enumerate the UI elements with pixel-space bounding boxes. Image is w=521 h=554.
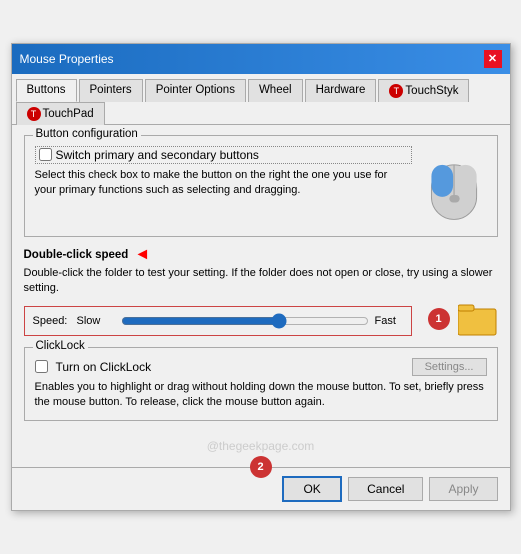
slider-row: Speed: Slow Fast — [33, 313, 403, 329]
slow-label: Slow — [77, 315, 115, 327]
close-button[interactable]: ✕ — [484, 50, 502, 68]
switch-buttons-label: Switch primary and secondary buttons — [56, 148, 259, 162]
cancel-button[interactable]: Cancel — [348, 477, 423, 501]
clicklock-description: Enables you to highlight or drag without… — [35, 380, 487, 411]
button-config-description: Select this check box to make the button… — [35, 168, 412, 199]
tab-touchstyk[interactable]: TTouchStyk — [378, 79, 469, 102]
badge-2: 2 — [250, 456, 272, 478]
folder-icon[interactable] — [458, 301, 498, 337]
tab-content: Button configuration Switch primary and … — [12, 125, 510, 468]
clicklock-left: Turn on ClickLock — [35, 360, 152, 374]
button-config-content: Switch primary and secondary buttons Sel… — [35, 146, 487, 226]
fast-label: Fast — [375, 315, 403, 327]
settings-button[interactable]: Settings... — [412, 358, 487, 376]
tab-buttons[interactable]: Buttons — [16, 79, 77, 102]
tab-pointer-options[interactable]: Pointer Options — [145, 79, 246, 102]
badge-1: 1 — [428, 308, 450, 330]
button-config-row: Switch primary and secondary buttons Sel… — [35, 146, 487, 226]
mouse-illustration — [422, 146, 487, 226]
button-config-left: Switch primary and secondary buttons Sel… — [35, 146, 412, 199]
ok-button[interactable]: OK — [282, 476, 342, 502]
apply-button[interactable]: Apply — [429, 477, 497, 501]
window-title: Mouse Properties — [20, 52, 114, 66]
speed-label: Speed: — [33, 315, 71, 327]
button-config-label: Button configuration — [33, 128, 141, 140]
touchpad-icon: T — [27, 107, 41, 121]
double-click-description: Double-click the folder to test your set… — [24, 266, 498, 297]
tab-wheel[interactable]: Wheel — [248, 79, 303, 102]
double-click-title: Double-click speed ◄ — [24, 247, 498, 263]
switch-buttons-checkbox-row: Switch primary and secondary buttons — [35, 146, 412, 164]
clicklock-checkbox-label: Turn on ClickLock — [56, 360, 152, 374]
mouse-properties-window: Mouse Properties ✕ Buttons Pointers Poin… — [11, 43, 511, 512]
switch-buttons-checkbox[interactable] — [39, 148, 52, 161]
tab-touchpad[interactable]: TTouchPad — [16, 102, 105, 125]
speed-slider[interactable] — [121, 313, 369, 329]
clicklock-content: Turn on ClickLock Settings... Enables yo… — [35, 358, 487, 411]
clicklock-row: Turn on ClickLock Settings... — [35, 358, 487, 376]
watermark: @thegeekpage.com — [24, 431, 498, 457]
clicklock-group: ClickLock Turn on ClickLock Settings... … — [24, 347, 498, 422]
arrow-icon: ◄ — [134, 247, 150, 263]
title-bar: Mouse Properties ✕ — [12, 44, 510, 74]
button-config-group: Button configuration Switch primary and … — [24, 135, 498, 237]
speed-section: Speed: Slow Fast — [24, 306, 412, 336]
clicklock-label: ClickLock — [33, 340, 88, 352]
touchstyk-icon: T — [389, 84, 403, 98]
footer: 2 OK Cancel Apply — [12, 467, 510, 510]
tab-bar: Buttons Pointers Pointer Options Wheel H… — [12, 74, 510, 125]
double-click-section: Double-click speed ◄ Double-click the fo… — [24, 247, 498, 337]
clicklock-checkbox[interactable] — [35, 360, 48, 373]
tab-hardware[interactable]: Hardware — [305, 79, 377, 102]
tab-pointers[interactable]: Pointers — [79, 79, 143, 102]
